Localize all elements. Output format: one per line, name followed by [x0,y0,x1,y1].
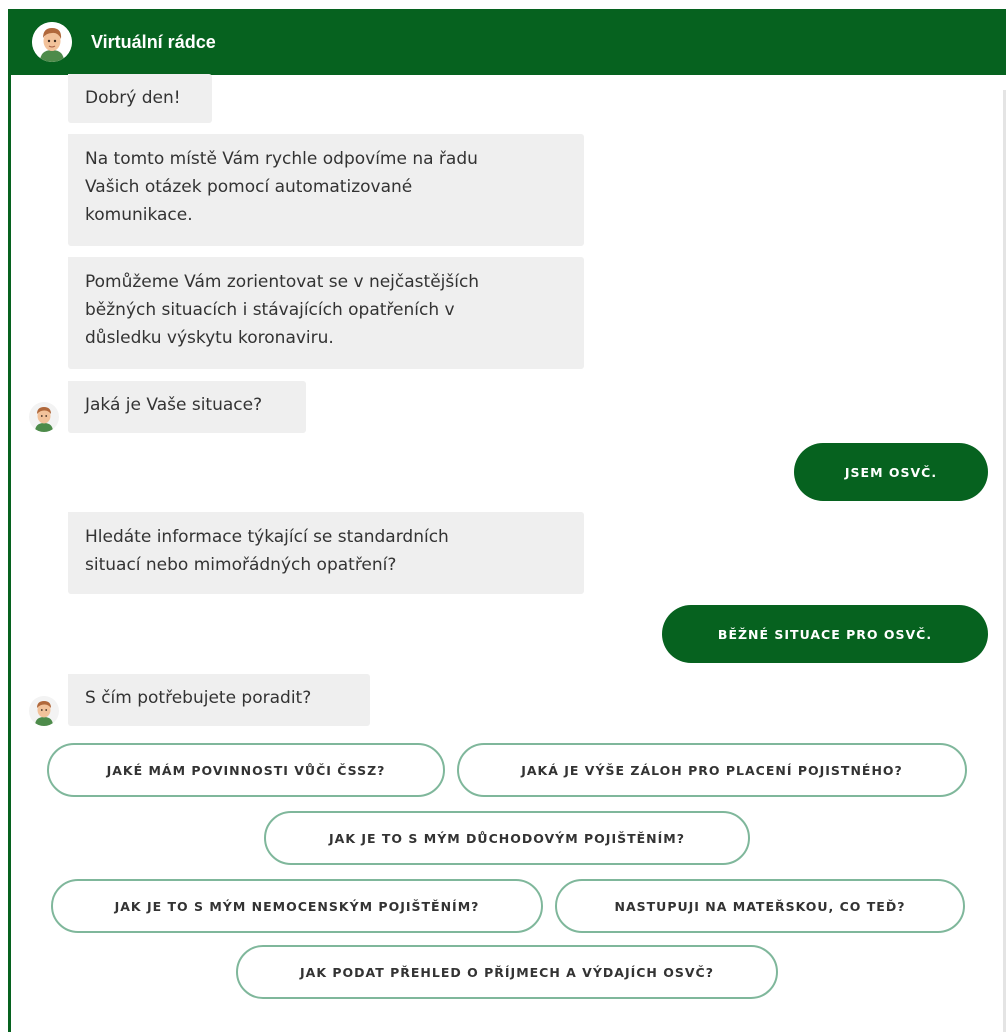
chat-header: Virtuální rádce [11,9,1006,75]
bot-message-situation: Jaká je Vaše situace? [68,381,306,433]
quick-reply-nemocenske-pojisteni[interactable]: JAK JE TO S MÝM NEMOCENSKÝM POJIŠTĚNÍM? [51,879,543,933]
user-reply-jsem-osvc[interactable]: JSEM OSVČ. [794,443,988,501]
chat-title: Virtuální rádce [91,32,216,52]
quick-reply-prehled-prijmu[interactable]: JAK PODAT PŘEHLED O PŘÍJMECH A VÝDAJÍCH … [236,945,778,999]
advisor-avatar-icon [32,22,72,62]
bot-message-help: Pomůžeme Vám zorientovat se v nejčastějš… [68,257,584,369]
bot-message-help-question: S čím potřebujete poradit? [68,674,370,726]
quick-reply-duchodove-pojisteni[interactable]: JAK JE TO S MÝM DŮCHODOVÝM POJIŠTĚNÍM? [264,811,750,865]
quick-reply-povinnosti[interactable]: JAKÉ MÁM POVINNOSTI VŮČI ČSSZ? [47,743,445,797]
user-reply-bezne-situace[interactable]: BĚŽNÉ SITUACE PRO OSVČ. [662,605,988,663]
bot-message-greeting: Dobrý den! [68,74,212,123]
bot-message-info: Hledáte informace týkající se standardní… [68,512,584,594]
bot-message-intro: Na tomto místě Vám rychle odpovíme na řa… [68,134,584,246]
quick-reply-materska[interactable]: NASTUPUJI NA MATEŘSKOU, CO TEĎ? [555,879,965,933]
quick-reply-vyse-zaloh[interactable]: JAKÁ JE VÝŠE ZÁLOH PRO PLACENÍ POJISTNÉH… [457,743,967,797]
bot-avatar-icon [29,696,59,726]
chat-window: Virtuální rádce Dobrý den! Na tomto míst… [8,9,1006,1032]
bot-avatar-icon [29,402,59,432]
